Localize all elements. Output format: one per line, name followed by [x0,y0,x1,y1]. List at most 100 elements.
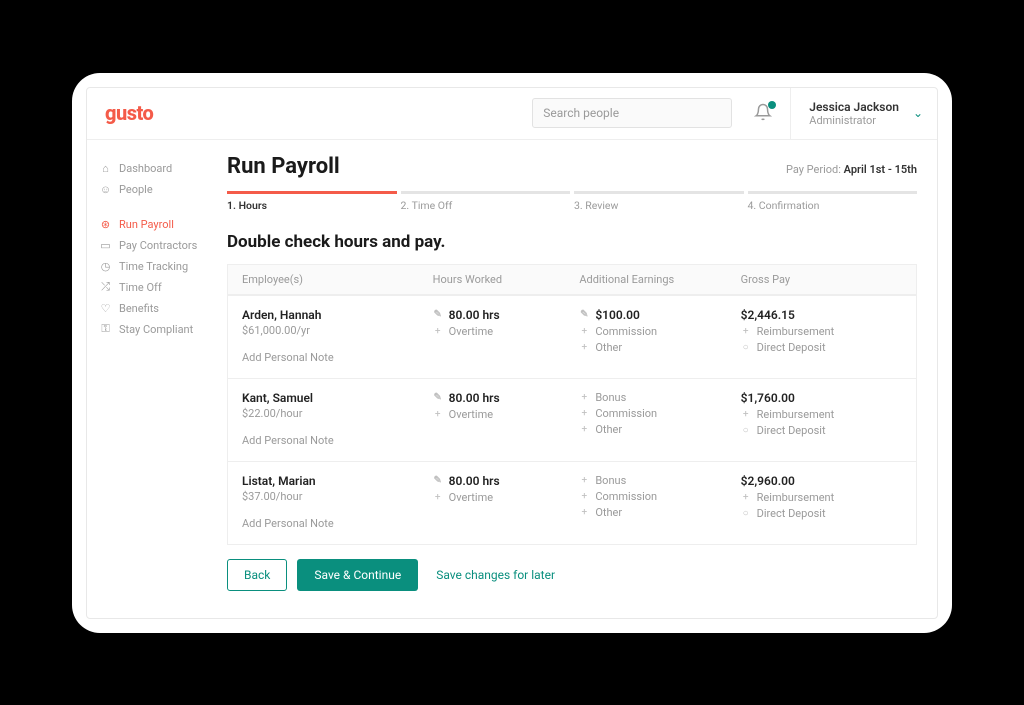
employee-cell: Listat, Marian $37.00/hour Add Personal … [242,474,433,530]
hours-cell: ✎80.00 hrs +Overtime [433,474,580,530]
add-reimbursement-link[interactable]: +Reimbursement [741,325,902,338]
direct-deposit-link[interactable]: ○Direct Deposit [741,507,902,520]
employee-rate: $22.00/hour [242,407,433,420]
brand-logo[interactable]: gusto [105,101,153,125]
gross-value: $2,446.15 [741,308,902,322]
hours-value[interactable]: ✎80.00 hrs [433,308,580,322]
sidebar-item-benefits[interactable]: ♡ Benefits [99,298,219,319]
user-menu[interactable]: Jessica Jackson Administrator ⌄ [790,88,923,139]
add-overtime-link[interactable]: +Overtime [433,491,580,504]
device-frame: gusto Search people Jessica Jackson Admi… [72,73,952,633]
hours-cell: ✎80.00 hrs +Overtime [433,308,580,364]
plus-icon: + [579,326,589,337]
pencil-icon: ✎ [433,475,443,486]
direct-deposit-link[interactable]: ○Direct Deposit [741,341,902,354]
pencil-icon: ✎ [579,309,589,320]
body: ⌂ Dashboard ☺ People ⊛ Run Payroll ▭ Pay… [87,140,937,618]
add-personal-note-link[interactable]: Add Personal Note [242,517,433,530]
save-continue-button[interactable]: Save & Continue [297,559,418,591]
refresh-icon: ○ [741,342,751,353]
add-overtime-link[interactable]: +Overtime [433,325,580,338]
section-subtitle: Double check hours and pay. [227,232,917,252]
plus-icon: + [741,326,751,337]
step-hours[interactable]: 1. Hours [227,191,397,212]
user-name: Jessica Jackson [809,100,899,114]
title-row: Run Payroll Pay Period: April 1st - 15th [227,154,917,179]
back-button[interactable]: Back [227,559,287,591]
add-commission-link[interactable]: +Commission [579,325,740,338]
add-bonus-link[interactable]: +Bonus [579,474,740,487]
col-employee: Employee(s) [242,273,433,286]
person-icon: ☺ [99,183,112,196]
chevron-down-icon: ⌄ [913,106,923,120]
sidebar-item-pay-contractors[interactable]: ▭ Pay Contractors [99,235,219,256]
direct-deposit-link[interactable]: ○Direct Deposit [741,424,902,437]
col-earnings: Additional Earnings [579,273,740,286]
add-reimbursement-link[interactable]: +Reimbursement [741,491,902,504]
notifications-button[interactable] [754,103,774,123]
hours-value[interactable]: ✎80.00 hrs [433,391,580,405]
sidebar-item-dashboard[interactable]: ⌂ Dashboard [99,158,219,179]
add-reimbursement-link[interactable]: +Reimbursement [741,408,902,421]
step-review[interactable]: 3. Review [574,191,744,212]
step-time-off[interactable]: 2. Time Off [401,191,571,212]
sidebar-separator [99,200,219,214]
sidebar-item-label: Time Tracking [119,260,188,273]
sidebar-item-time-tracking[interactable]: ◷ Time Tracking [99,256,219,277]
add-personal-note-link[interactable]: Add Personal Note [242,351,433,364]
shuffle-icon: ⤮ [99,281,112,294]
dollar-circle-icon: ⊛ [99,218,112,231]
add-commission-link[interactable]: +Commission [579,407,740,420]
plus-icon: + [579,424,589,435]
top-bar: gusto Search people Jessica Jackson Admi… [87,88,937,140]
clock-icon: ◷ [99,260,112,273]
search-input[interactable]: Search people [532,98,732,128]
payroll-table: Employee(s) Hours Worked Additional Earn… [227,264,917,545]
sidebar-item-stay-compliant[interactable]: ⚿ Stay Compliant [99,319,219,340]
add-overtime-link[interactable]: +Overtime [433,408,580,421]
plus-icon: + [741,492,751,503]
home-icon: ⌂ [99,162,112,175]
sidebar-item-label: Pay Contractors [119,239,197,252]
gross-cell: $2,446.15 +Reimbursement ○Direct Deposit [741,308,902,364]
add-other-link[interactable]: +Other [579,341,740,354]
sidebar-item-time-off[interactable]: ⤮ Time Off [99,277,219,298]
hours-value[interactable]: ✎80.00 hrs [433,474,580,488]
earnings-value[interactable]: ✎$100.00 [579,308,740,322]
user-text: Jessica Jackson Administrator [809,100,899,127]
stepper: 1. Hours 2. Time Off 3. Review 4. Confir… [227,191,917,212]
plus-icon: + [579,507,589,518]
employee-rate: $37.00/hour [242,490,433,503]
heart-icon: ♡ [99,302,112,315]
sidebar-item-label: Benefits [119,302,159,315]
card-icon: ▭ [99,239,112,252]
add-personal-note-link[interactable]: Add Personal Note [242,434,433,447]
save-for-later-link[interactable]: Save changes for later [436,568,555,582]
sidebar-item-people[interactable]: ☺ People [99,179,219,200]
employee-cell: Arden, Hannah $61,000.00/yr Add Personal… [242,308,433,364]
earnings-cell: +Bonus +Commission +Other [579,474,740,530]
pencil-icon: ✎ [433,392,443,403]
action-bar: Back Save & Continue Save changes for la… [227,545,917,601]
pay-period-value: April 1st - 15th [844,163,917,176]
sidebar-item-label: Stay Compliant [119,323,193,336]
notification-dot-icon [768,101,776,109]
add-commission-link[interactable]: +Commission [579,490,740,503]
pencil-icon: ✎ [433,309,443,320]
add-other-link[interactable]: +Other [579,423,740,436]
sidebar-item-run-payroll[interactable]: ⊛ Run Payroll [99,214,219,235]
pay-period-label: Pay Period: [786,163,841,176]
hours-cell: ✎80.00 hrs +Overtime [433,391,580,447]
step-confirmation[interactable]: 4. Confirmation [748,191,918,212]
plus-icon: + [579,342,589,353]
col-hours: Hours Worked [433,273,580,286]
plus-icon: + [433,326,443,337]
table-header: Employee(s) Hours Worked Additional Earn… [228,265,916,295]
gross-value: $1,760.00 [741,391,902,405]
employee-rate: $61,000.00/yr [242,324,433,337]
add-other-link[interactable]: +Other [579,506,740,519]
pay-period: Pay Period: April 1st - 15th [786,163,917,176]
add-bonus-link[interactable]: +Bonus [579,391,740,404]
page-title: Run Payroll [227,154,340,179]
plus-icon: + [579,392,589,403]
